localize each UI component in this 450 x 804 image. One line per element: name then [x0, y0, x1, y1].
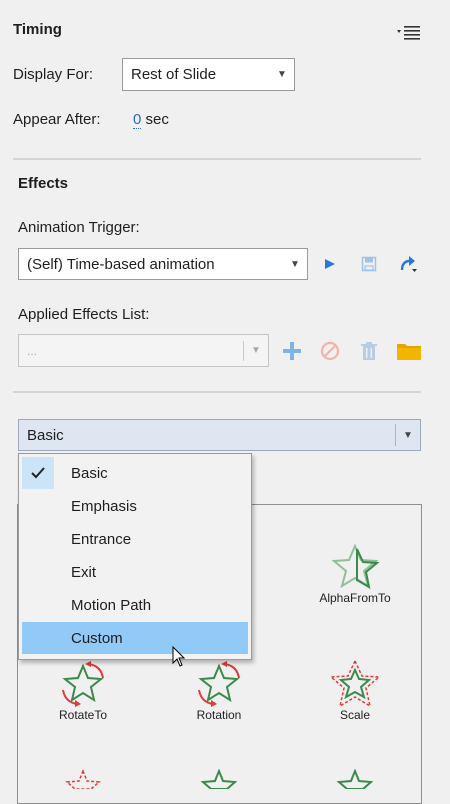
menu-item-motion-path[interactable]: Motion Path [22, 589, 248, 621]
menu-item-entrance[interactable]: Entrance [22, 523, 248, 555]
animation-trigger-label: Animation Trigger: [18, 219, 140, 236]
checkmark-icon [22, 457, 54, 489]
star-icon [336, 769, 374, 789]
effect-label: AlphaFromTo [319, 591, 391, 605]
animation-trigger-value: (Self) Time-based animation [27, 255, 215, 273]
play-icon[interactable] [320, 254, 340, 274]
menu-item-label: Basic [71, 464, 108, 482]
effect-scale[interactable]: Scale [300, 660, 410, 722]
display-for-value: Rest of Slide [131, 66, 217, 83]
star-icon [200, 769, 238, 789]
animation-trigger-select[interactable]: (Self) Time-based animation ▼ [18, 248, 308, 280]
effect-partial[interactable] [164, 769, 274, 789]
star-icon [331, 543, 380, 589]
effect-rotation[interactable]: Rotation [164, 660, 274, 722]
effects-title: Effects [18, 175, 69, 192]
menu-item-label: Motion Path [71, 596, 152, 614]
appear-after-label: Appear After: [13, 111, 101, 128]
appear-after-unit: sec [145, 111, 169, 128]
panel-menu-icon[interactable] [396, 22, 422, 42]
applied-effects-select[interactable]: ... ▼ [18, 334, 269, 367]
appear-after-value[interactable]: 0 [133, 111, 142, 129]
section-divider [13, 158, 421, 160]
effect-partial[interactable] [28, 769, 138, 789]
effect-partial[interactable] [300, 769, 410, 789]
menu-item-label: Emphasis [71, 497, 137, 515]
effect-label: RotateTo [58, 708, 108, 722]
chevron-down-icon: ▼ [251, 345, 261, 356]
rotate-star-icon [198, 661, 240, 707]
rotate-star-icon [62, 661, 104, 707]
folder-icon[interactable] [395, 339, 423, 363]
effect-alphafromto[interactable]: AlphaFromTo [300, 543, 410, 605]
menu-item-custom[interactable]: Custom [22, 622, 248, 654]
menu-item-exit[interactable]: Exit [22, 556, 248, 588]
applied-effects-label: Applied Effects List: [18, 306, 150, 323]
effect-label: Rotation [196, 708, 242, 722]
menu-item-basic[interactable]: Basic [22, 457, 248, 489]
display-for-select[interactable]: Rest of Slide ▼ [122, 58, 295, 91]
effect-label: Scale [339, 708, 371, 722]
effect-category-menu: Basic Emphasis Entrance Exit Motion Path… [18, 453, 252, 660]
applied-effects-value: ... [27, 343, 38, 358]
chevron-down-icon: ▼ [290, 258, 300, 270]
mouse-cursor-icon [172, 645, 186, 668]
chevron-down-icon: ▼ [277, 69, 287, 80]
menu-item-label: Custom [71, 629, 123, 647]
menu-item-label: Entrance [71, 530, 132, 548]
chevron-down-icon: ▼ [403, 429, 413, 441]
star-icon [65, 769, 101, 789]
disable-icon[interactable] [319, 340, 341, 362]
menu-item-label: Exit [71, 563, 97, 581]
scale-star-icon [329, 660, 381, 708]
add-icon[interactable] [281, 340, 303, 362]
delete-icon[interactable] [358, 340, 380, 362]
section-divider [13, 391, 421, 393]
menu-item-emphasis[interactable]: Emphasis [22, 490, 248, 522]
display-for-label: Display For: [13, 66, 94, 83]
effect-rotateto[interactable]: RotateTo [28, 660, 138, 722]
effect-category-value: Basic [27, 426, 64, 444]
effect-category-select[interactable]: Basic ▼ [18, 419, 421, 451]
timing-title: Timing [13, 21, 62, 38]
redo-icon[interactable] [396, 252, 420, 276]
save-icon[interactable] [358, 254, 380, 274]
